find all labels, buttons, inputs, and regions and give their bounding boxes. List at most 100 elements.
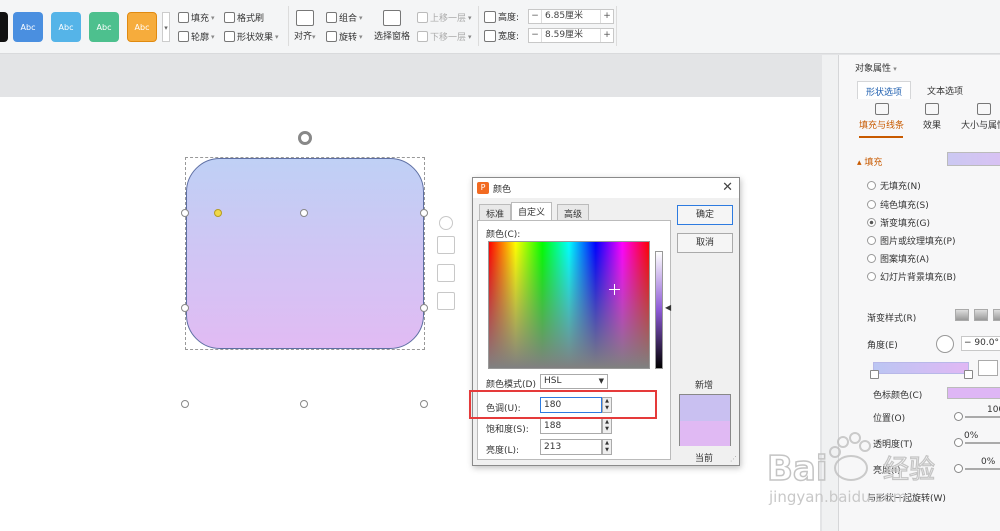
- gradient-stops-bar[interactable]: [873, 362, 969, 374]
- format-painter-button[interactable]: 格式刷: [224, 11, 264, 24]
- gradient-stop-left[interactable]: [870, 370, 879, 379]
- close-icon[interactable]: ✕: [722, 180, 733, 195]
- subtab-fill-line[interactable]: 填充与线条: [859, 103, 904, 131]
- color-dialog: P 颜色 ✕ 标准 自定义 高级 颜色(C): ◀ 颜色模式(D) HSL ▼ …: [472, 177, 740, 466]
- bring-forward-icon: [417, 12, 428, 23]
- subtab-effects[interactable]: 效果: [923, 103, 941, 131]
- pen-icon[interactable]: [437, 236, 455, 254]
- baidu-watermark: Bai 经验 jingyan.baidu.com: [766, 432, 936, 506]
- fill-option-pattern[interactable]: 图案填充(A): [867, 252, 929, 265]
- tab-custom[interactable]: 自定义: [511, 202, 553, 220]
- plus-icon[interactable]: +: [601, 10, 613, 23]
- luminance-arrow-icon[interactable]: ◀: [665, 303, 671, 312]
- shape-effects-icon: [224, 31, 235, 42]
- gradient-linear-icon[interactable]: [955, 309, 969, 321]
- new-color-label: 新增: [695, 381, 714, 391]
- border-icon[interactable]: [437, 292, 455, 310]
- collapse-icon[interactable]: [439, 216, 453, 230]
- fill-option-none[interactable]: 无填充(N): [867, 179, 921, 192]
- shape-style-swatch-3[interactable]: Abc: [89, 12, 119, 42]
- send-backward-button[interactable]: 下移一层 ▾: [417, 30, 472, 43]
- tab-standard[interactable]: 标准: [479, 204, 512, 220]
- shape-style-swatch-2[interactable]: Abc: [51, 12, 81, 42]
- angle-dial[interactable]: [936, 335, 954, 353]
- height-input[interactable]: 6.85厘米: [541, 10, 601, 23]
- luminance-bar[interactable]: [655, 251, 663, 369]
- fill-option-background[interactable]: 幻灯片背景填充(B): [867, 270, 956, 283]
- align-button[interactable]: 对齐▾: [294, 10, 316, 42]
- resize-handle[interactable]: [181, 400, 189, 408]
- current-color-label: 当前: [695, 454, 714, 464]
- subtab-size[interactable]: 大小与属性: [961, 103, 1000, 131]
- rounded-rectangle-shape[interactable]: [186, 158, 424, 349]
- dialog-titlebar[interactable]: P 颜色 ✕: [473, 178, 739, 198]
- resize-handle[interactable]: [300, 209, 308, 217]
- position-slider[interactable]: [965, 416, 1000, 418]
- fill-button[interactable]: 填充 ▾: [178, 11, 215, 24]
- angle-input[interactable]: − 90.0°: [961, 336, 1000, 351]
- new-color-preview: [680, 395, 730, 421]
- resize-handle[interactable]: [420, 209, 428, 217]
- subtab-indicator: [859, 136, 903, 138]
- adjust-handle[interactable]: [214, 209, 222, 217]
- width-input[interactable]: 8.59厘米: [541, 29, 601, 42]
- fill-bucket-icon[interactable]: [437, 264, 455, 282]
- selection-pane-button[interactable]: 选择窗格: [374, 10, 410, 42]
- minus-icon[interactable]: −: [529, 10, 541, 23]
- crosshair-icon: [609, 284, 620, 295]
- height-stepper[interactable]: − 6.85厘米 +: [528, 9, 614, 24]
- resize-handle[interactable]: [420, 400, 428, 408]
- stop-color-swatch[interactable]: [947, 387, 1000, 399]
- plus-icon[interactable]: +: [601, 29, 613, 42]
- bring-forward-button[interactable]: 上移一层 ▾: [417, 11, 472, 24]
- cancel-button[interactable]: 取消: [677, 233, 733, 253]
- app-logo-icon: P: [477, 182, 489, 194]
- saturation-input[interactable]: 188: [540, 418, 602, 434]
- resize-handle[interactable]: [181, 209, 189, 217]
- resize-handle[interactable]: [300, 400, 308, 408]
- resize-handle[interactable]: [181, 304, 189, 312]
- shape-effects-button[interactable]: 形状效果 ▾: [224, 30, 279, 43]
- pane-title[interactable]: 对象属性 ▾: [855, 61, 897, 74]
- gradient-stop-right[interactable]: [964, 370, 973, 379]
- luminance-spinner[interactable]: ▲ ▼: [602, 439, 612, 455]
- tab-shape-options[interactable]: 形状选项: [857, 81, 912, 99]
- tab-advanced[interactable]: 高级: [557, 204, 590, 220]
- position-minus-icon[interactable]: [954, 412, 963, 421]
- fill-section-header[interactable]: ▴ 填充: [857, 155, 882, 168]
- luminance-input[interactable]: 213: [540, 439, 602, 455]
- color-spectrum[interactable]: [488, 241, 650, 369]
- ok-button[interactable]: 确定: [677, 205, 733, 225]
- rotate-icon: [326, 31, 337, 42]
- width-icon: [484, 29, 496, 42]
- divider: [478, 6, 479, 46]
- position-value: 100: [987, 405, 1000, 415]
- resize-handle[interactable]: [420, 304, 428, 312]
- minus-icon[interactable]: −: [529, 29, 541, 42]
- selection-pane-label: 选择窗格: [374, 32, 411, 42]
- shape-style-swatch-1[interactable]: Abc: [13, 12, 43, 42]
- outline-label: 轮廓: [191, 33, 210, 43]
- outline-button[interactable]: 轮廓 ▾: [178, 30, 215, 43]
- fill-option-picture[interactable]: 图片或纹理填充(P): [867, 234, 955, 247]
- color-mode-select[interactable]: HSL ▼: [540, 374, 608, 389]
- fill-option-solid[interactable]: 纯色填充(S): [867, 198, 929, 211]
- shape-style-swatch-0[interactable]: [0, 12, 8, 42]
- saturation-spinner[interactable]: ▲ ▼: [602, 418, 612, 434]
- fill-color-swatch[interactable]: [947, 152, 1000, 166]
- group-button[interactable]: 组合 ▾: [326, 11, 363, 24]
- rotate-button[interactable]: 旋转 ▾: [326, 30, 363, 43]
- styles-more-button[interactable]: ▾: [162, 12, 170, 42]
- gradient-radial-icon[interactable]: [974, 309, 988, 321]
- tab-text-options[interactable]: 文本选项: [919, 81, 971, 99]
- fill-option-gradient[interactable]: 渐变填充(G): [867, 216, 930, 229]
- rotate-handle-icon[interactable]: [298, 131, 312, 145]
- shape-style-swatch-4[interactable]: Abc: [127, 12, 157, 42]
- add-stop-icon[interactable]: [978, 360, 998, 376]
- send-backward-icon: [417, 31, 428, 42]
- height-label-text: 高度:: [498, 13, 520, 23]
- resize-grip-icon[interactable]: ⋰: [730, 455, 737, 463]
- width-stepper[interactable]: − 8.59厘米 +: [528, 28, 614, 43]
- group-icon: [326, 12, 337, 23]
- gradient-rect-icon[interactable]: [993, 309, 1000, 321]
